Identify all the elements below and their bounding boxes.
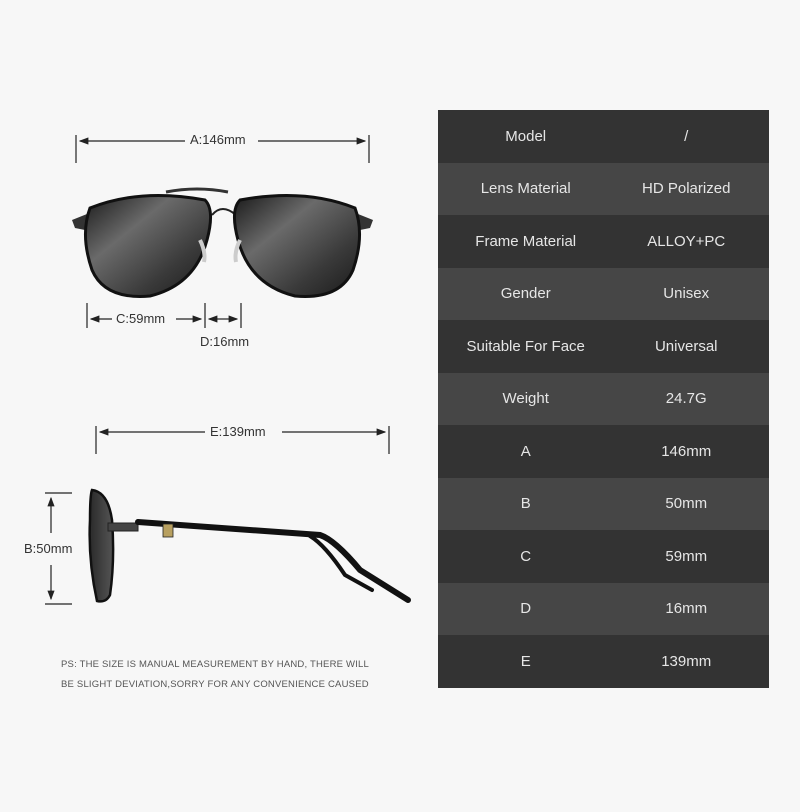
spec-label: E — [520, 652, 531, 670]
spec-label: Lens Material — [480, 180, 571, 198]
spec-row-weight: Weight 24.7G — [438, 372, 769, 425]
spec-value: Universal — [654, 337, 718, 355]
spec-label: Suitable For Face — [466, 337, 585, 355]
spec-row-c: C 59mm — [438, 530, 769, 583]
spec-label: Model — [505, 127, 547, 145]
dimension-e-label: E:139mm — [206, 424, 270, 439]
spec-value: ALLOY+PC — [647, 232, 726, 250]
spec-label: Gender — [500, 285, 551, 303]
spec-row-e: E 139mm — [438, 635, 769, 688]
spec-value: 139mm — [661, 652, 712, 670]
spec-value: 59mm — [665, 547, 708, 565]
spec-value: Unisex — [663, 285, 710, 303]
note-line: BE SLIGHT DEVIATION,SORRY FOR ANY CONVEN… — [61, 679, 369, 690]
spec-label: D — [520, 600, 532, 618]
note-line: PS: THE SIZE IS MANUAL MEASUREMENT BY HA… — [61, 659, 370, 670]
spec-table: Model / Lens Material HD Polarized Frame M… — [438, 110, 769, 688]
spec-row-d: D 16mm — [438, 582, 769, 635]
spec-row-model: Model / — [438, 110, 769, 163]
spec-value: 146mm — [661, 442, 712, 460]
spec-label: A — [520, 442, 531, 460]
spec-label: B — [520, 495, 531, 513]
spec-label: Weight — [502, 390, 549, 408]
dimension-a-label: A:146mm — [186, 132, 250, 147]
spec-row-b: B 50mm — [438, 477, 769, 530]
dimension-b-label: B:50mm — [20, 541, 77, 556]
measurement-note: PS: THE SIZE IS MANUAL MEASUREMENT BY HA… — [61, 655, 369, 695]
spec-row-frame-material: Frame Material ALLOY+PC — [438, 215, 769, 268]
spec-value: / — [684, 127, 689, 145]
spec-label: Frame Material — [475, 232, 577, 250]
spec-value: 50mm — [665, 495, 708, 513]
front-view-glasses — [72, 187, 373, 298]
spec-row-face: Suitable For Face Universal — [438, 320, 769, 373]
spec-row-a: A 146mm — [438, 425, 769, 478]
side-view-glasses — [88, 488, 411, 603]
spec-row-gender: Gender Unisex — [438, 267, 769, 320]
spec-row-lens-material: Lens Material HD Polarized — [438, 162, 769, 215]
dimension-d-label: D:16mm — [196, 334, 254, 349]
spec-label: C — [520, 547, 532, 565]
spec-value: HD Polarized — [642, 180, 731, 198]
spec-value: 16mm — [665, 600, 708, 618]
dimension-c-label: C:59mm — [112, 311, 170, 326]
spec-value: 24.7G — [665, 390, 707, 408]
